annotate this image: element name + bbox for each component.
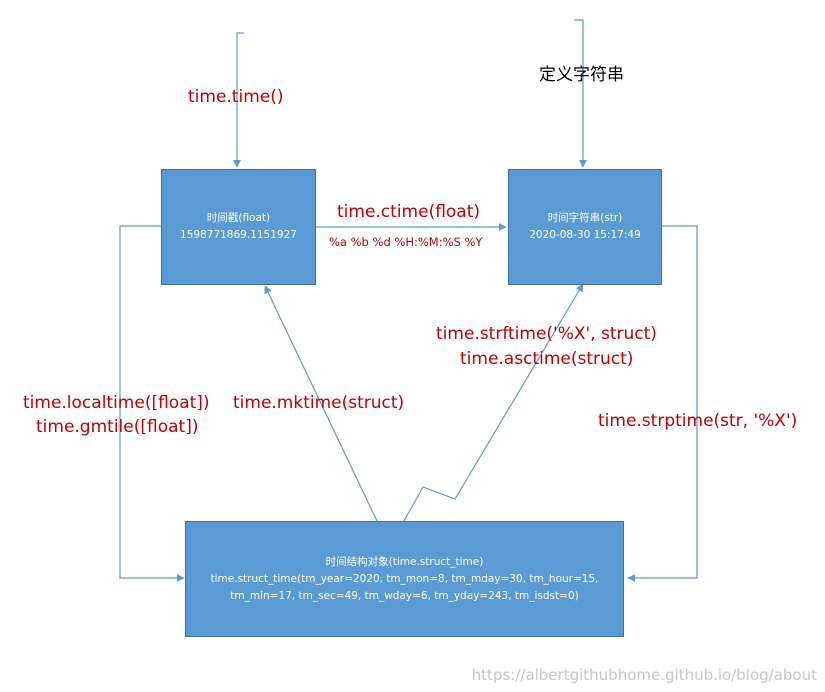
label-strftime: time.strftime('%X', struct) [436,324,657,344]
label-strptime: time.strptime(str, '%X') [598,411,798,431]
watermark-url: https://albertgithubhome.github.io/blog/… [471,666,817,684]
label-ctime-format: %a %b %d %H:%M:%S %Y [329,235,483,249]
label-define-string: 定义字符串 [539,65,624,85]
time-string-box: 时间字符串(str) 2020-08-30 15:17:49 [508,169,662,285]
time-string-title: 时间字符串(str) [547,212,623,224]
arrow-strftime [403,283,584,522]
timestamp-title: 时间戳(float) [206,212,271,224]
struct-time-line1: time.struct_time(tm_year=2020, tm_mon=8,… [210,572,599,585]
time-string-value: 2020-08-30 15:17:49 [529,229,641,241]
label-mktime: time.mktime(struct) [233,393,405,413]
label-time-time: time.time() [188,87,284,107]
label-gmtile: time.gmtile([float]) [36,417,199,437]
arrow-define-string [574,19,587,168]
label-ctime: time.ctime(float) [337,202,481,222]
struct-time-title: 时间结构对象(time.struct_time) [325,555,484,568]
timestamp-value: 1598771869.1151927 [180,229,297,241]
timestamp-box: 时间戳(float) 1598771869.1151927 [161,169,316,285]
label-asctime: time.asctime(struct) [460,349,634,369]
label-localtime: time.localtime([float]) [23,393,210,413]
struct-time-line2: tm_min=17, tm_sec=49, tm_wday=6, tm_yday… [230,589,579,602]
struct-time-box: 时间结构对象(time.struct_time) time.struct_tim… [185,521,624,637]
